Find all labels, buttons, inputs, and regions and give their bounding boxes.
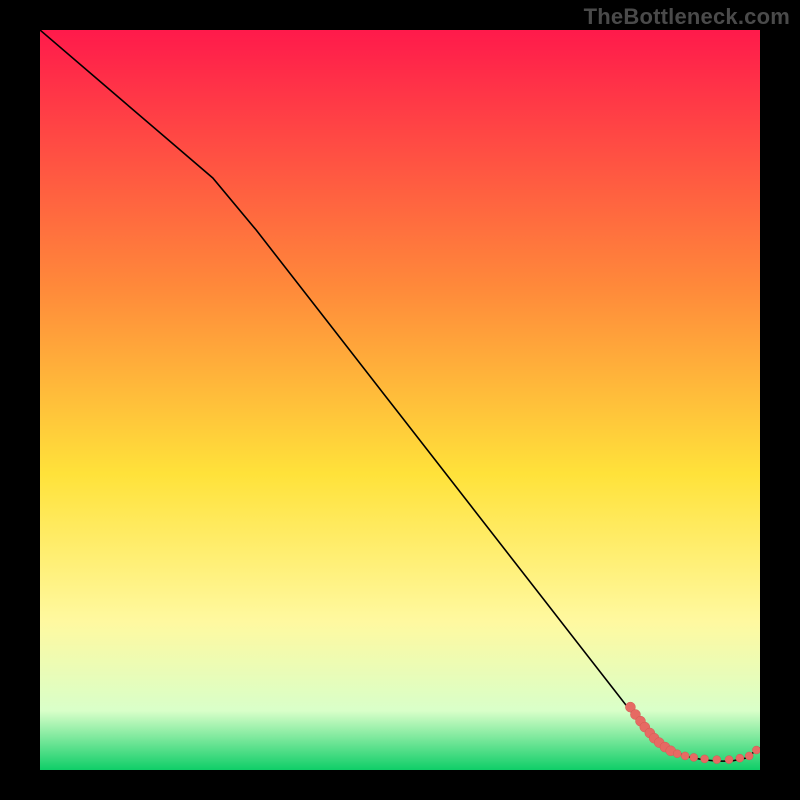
scatter-point	[736, 754, 744, 762]
gradient-background	[40, 30, 760, 770]
scatter-point	[701, 755, 709, 763]
plot-area	[40, 30, 760, 770]
chart-frame: TheBottleneck.com	[0, 0, 800, 800]
scatter-point	[725, 756, 733, 764]
scatter-point	[681, 752, 689, 760]
scatter-point	[690, 753, 698, 761]
scatter-point	[745, 752, 753, 760]
scatter-point	[713, 756, 721, 764]
attribution-text: TheBottleneck.com	[584, 4, 790, 30]
plot-svg	[40, 30, 760, 770]
scatter-point	[673, 750, 681, 758]
scatter-point	[752, 746, 760, 754]
